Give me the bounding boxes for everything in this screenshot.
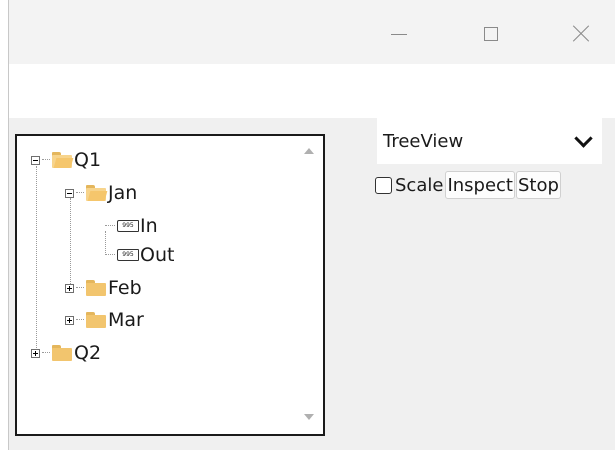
- folder-icon: [52, 345, 72, 361]
- scale-checkbox[interactable]: [375, 176, 392, 194]
- tag-icon: 995: [117, 220, 139, 232]
- scale-label[interactable]: Scale: [395, 175, 443, 196]
- folder-open-icon: [86, 185, 108, 201]
- tree-connector: [70, 198, 72, 284]
- tree-connector: [36, 166, 38, 348]
- tree-node-jan[interactable]: Jan: [65, 179, 137, 207]
- close-button[interactable]: [567, 22, 595, 46]
- minimize-icon: [391, 33, 407, 35]
- minimize-button[interactable]: [385, 22, 413, 46]
- scroll-down-icon[interactable]: [304, 414, 314, 420]
- folder-open-icon: [52, 152, 74, 168]
- close-icon: [571, 24, 591, 44]
- tree-node-q1[interactable]: Q1: [31, 146, 101, 174]
- maximize-icon: [484, 27, 498, 41]
- tree-node-label: In: [140, 215, 158, 237]
- collapse-icon[interactable]: [65, 188, 74, 198]
- tree-node-label: Q1: [74, 149, 102, 171]
- tag-icon: 995: [117, 249, 139, 261]
- tree-view[interactable]: Q1 Jan 995 In 995 Out Feb Mar Q2: [15, 134, 325, 436]
- scroll-up-icon[interactable]: [304, 148, 314, 154]
- maximize-button[interactable]: [477, 22, 505, 46]
- chevron-down-icon: [574, 128, 593, 148]
- tree-node-feb[interactable]: Feb: [65, 274, 142, 302]
- title-bar: [9, 0, 615, 64]
- menu-bar: [9, 64, 615, 118]
- view-select-value: TreeView: [383, 130, 464, 152]
- folder-icon: [86, 280, 106, 296]
- inspect-button[interactable]: Inspect: [445, 171, 515, 199]
- folder-icon: [86, 312, 106, 328]
- view-select[interactable]: TreeView: [377, 118, 602, 164]
- tree-node-q2[interactable]: Q2: [31, 339, 101, 367]
- tree-node-label: Mar: [108, 309, 144, 331]
- control-row: Scale Inspect Stop: [375, 171, 562, 199]
- expand-icon[interactable]: [65, 283, 74, 293]
- tree-node-mar[interactable]: Mar: [65, 306, 144, 334]
- expand-icon[interactable]: [65, 315, 74, 325]
- tree-node-out[interactable]: 995 Out: [105, 241, 174, 269]
- vertical-scrollbar[interactable]: [301, 142, 317, 426]
- tree-node-label: Out: [140, 244, 175, 266]
- tree-node-label: Feb: [108, 277, 142, 299]
- collapse-icon[interactable]: [31, 155, 40, 165]
- expand-icon[interactable]: [31, 348, 40, 358]
- tree-node-in[interactable]: 995 In: [105, 212, 158, 240]
- tree-node-label: Jan: [108, 182, 138, 204]
- tree-node-label: Q2: [74, 342, 102, 364]
- stop-button[interactable]: Stop: [516, 171, 561, 199]
